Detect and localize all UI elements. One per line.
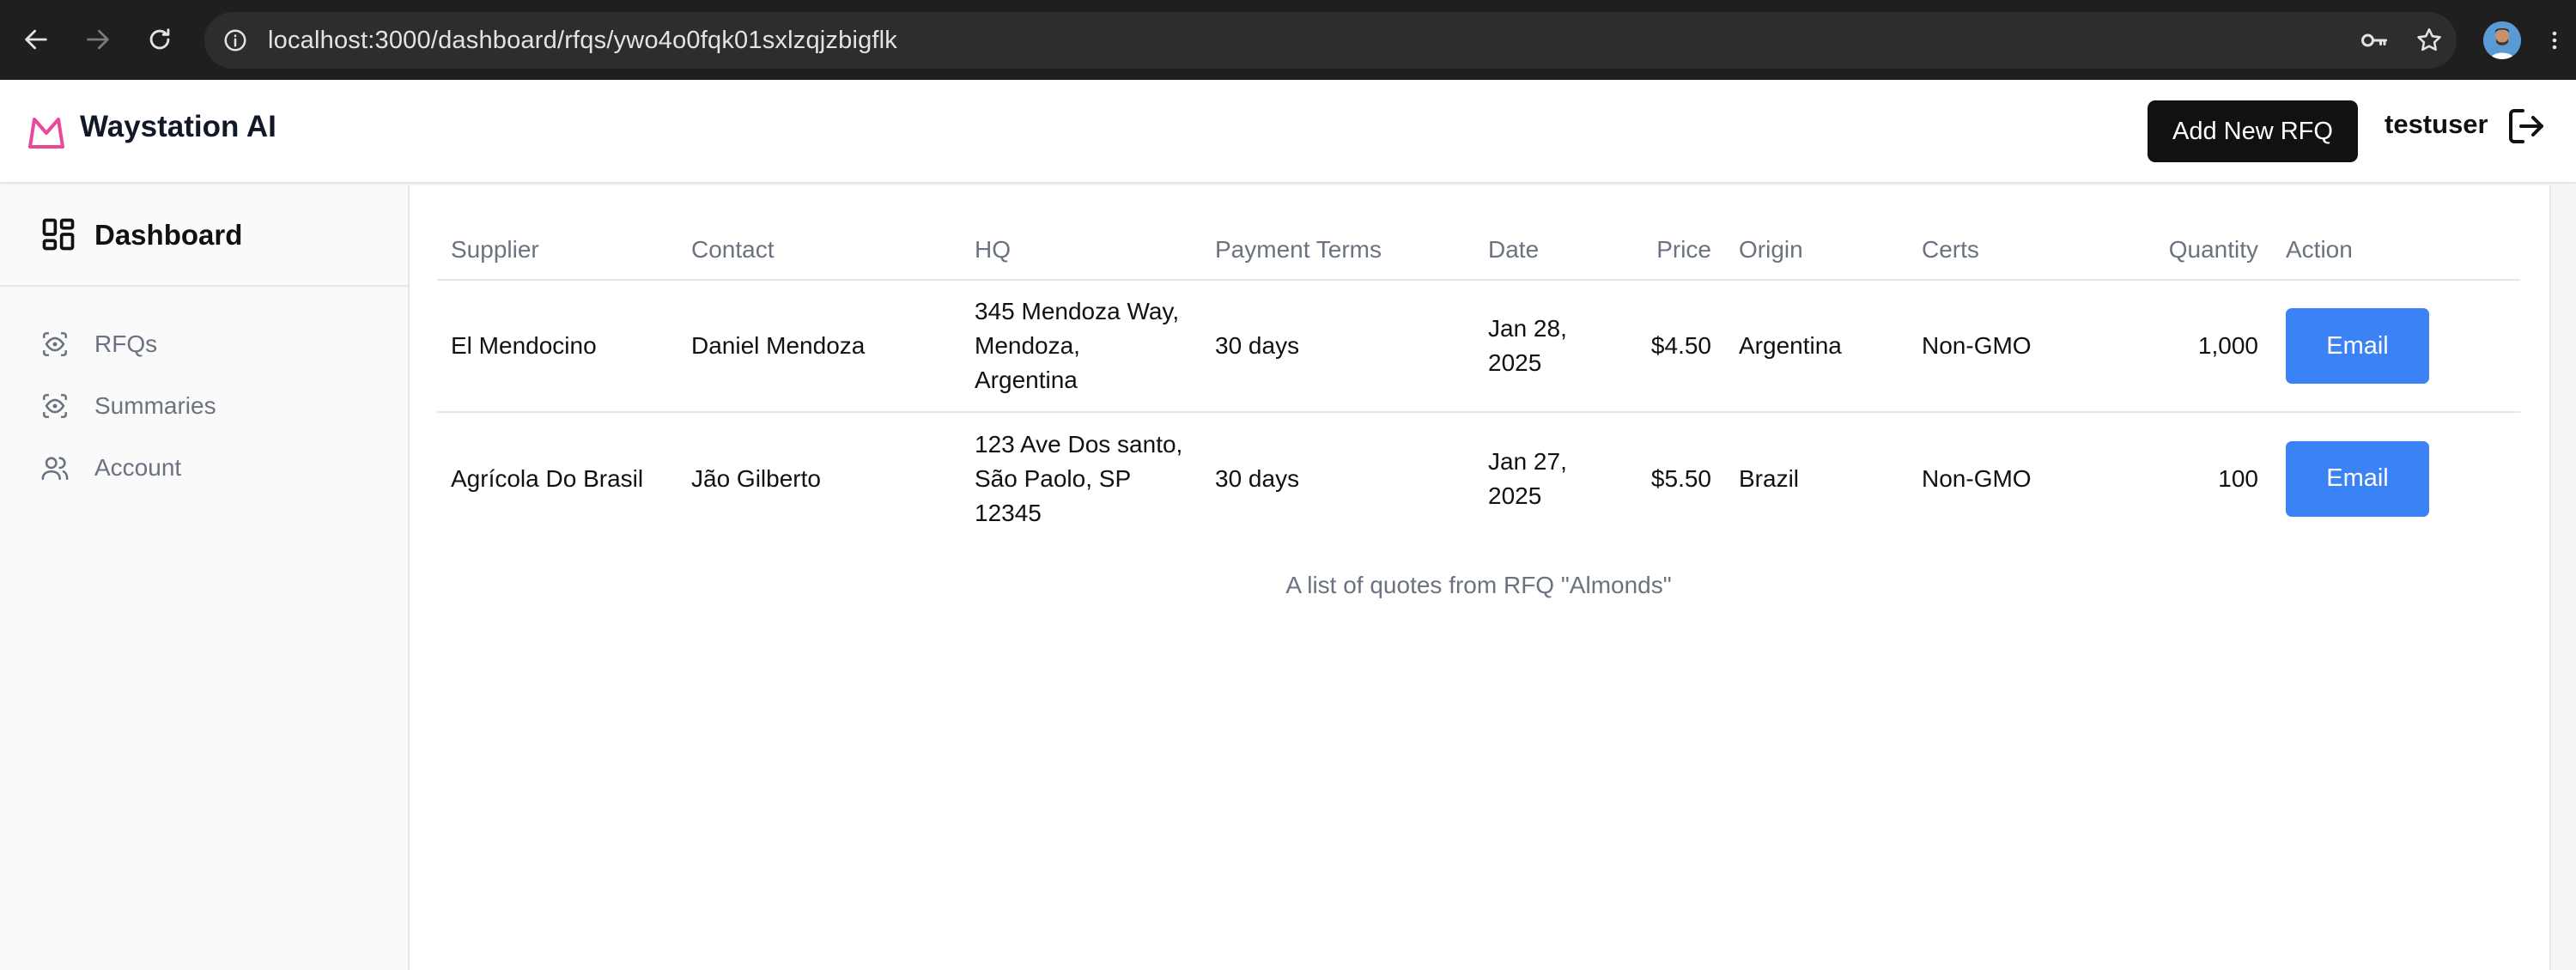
supplier-cell: Agrícola Do Brasil [451,464,644,492]
hq-cell: 345 Mendoza Way, Mendoza, Argentina [961,280,1201,413]
column-header[interactable]: HQ [961,220,1201,281]
email-button[interactable]: Email [2286,308,2429,384]
site-info-icon[interactable] [218,23,252,58]
scrollbar-track[interactable] [2549,185,2576,970]
back-icon[interactable] [15,19,57,60]
main-content: Supplier Contact HQ Payment Terms Date P… [411,185,2549,970]
payment-terms-cell: 30 days [1215,464,1300,492]
action-cell: Email [2272,280,2520,413]
reload-icon[interactable] [139,19,180,60]
column-header[interactable]: Date [1474,220,1620,281]
price-cell: $5.50 [1650,464,1711,492]
sidebar-item-summaries[interactable]: Summaries [39,385,383,427]
profile-avatar[interactable] [2483,21,2521,59]
url-text[interactable]: localhost:3000/dashboard/rfqs/ywo4o0fqk0… [268,12,897,69]
sidebar-header[interactable]: Dashboard [0,185,408,287]
table-caption: A list of quotes from RFQ "Almonds" [1285,572,1672,598]
hq-cell: 123 Ave Dos santo, São Paolo, SP 12345 [975,430,1183,526]
eye-icon [39,391,70,421]
quantity-cell: 100 [2218,464,2258,492]
sidebar: Dashboard RFQs Summaries Account [0,185,410,970]
contact-cell: Jão Gilberto [691,464,821,492]
table-header-row: Supplier Contact HQ Payment Terms Date P… [437,220,2520,281]
column-header[interactable]: Price [1620,220,1725,281]
table-row: El Mendocino Daniel Mendoza 345 Mendoza … [437,280,2520,413]
sidebar-item-rfqs[interactable]: RFQs [39,323,383,366]
brand-name[interactable]: Waystation AI [80,110,276,144]
users-icon [39,452,70,483]
certs-cell: Non-GMO [1922,464,2032,492]
username: testuser [2385,109,2488,139]
column-header[interactable]: Payment Terms [1201,220,1474,281]
column-header[interactable]: Origin [1725,220,1908,281]
column-header[interactable]: Quantity [2100,220,2272,281]
column-header[interactable]: Supplier [437,220,677,281]
certs-cell: Non-GMO [1908,280,2100,413]
star-icon[interactable] [2411,23,2447,58]
column-header[interactable]: Action [2272,220,2520,281]
supplier-cell: El Mendocino [437,280,677,413]
date-cell: Jan 27, 2025 [1488,447,1567,509]
logout-icon[interactable] [2506,106,2547,147]
app-header: Waystation AI Add New RFQ testuser [0,80,2576,184]
quotes-table: Supplier Contact HQ Payment Terms Date P… [437,220,2520,544]
price-cell: $4.50 [1620,280,1725,413]
logo-icon [26,112,67,154]
column-header[interactable]: Contact [677,220,961,281]
dashboard-grid-icon [39,215,77,253]
payment-terms-cell: 30 days [1201,280,1474,413]
sidebar-item-label: Summaries [94,392,216,419]
sidebar-item-label: Account [94,454,182,481]
eye-icon [39,329,70,360]
sidebar-item-account[interactable]: Account [39,446,383,489]
sidebar-title: Dashboard [94,219,243,251]
browser-toolbar: localhost:3000/dashboard/rfqs/ywo4o0fqk0… [0,0,2576,80]
sidebar-item-label: RFQs [94,330,158,357]
add-new-rfq-button[interactable]: Add New RFQ [2148,100,2358,162]
column-header[interactable]: Certs [1908,220,2100,281]
menu-kebab-icon[interactable] [2542,21,2567,60]
contact-cell: Daniel Mendoza [677,280,961,413]
date-cell: Jan 28, 2025 [1474,280,1620,413]
key-icon[interactable] [2356,23,2392,58]
email-button[interactable]: Email [2286,440,2429,517]
action-cell: Email [2272,412,2520,544]
origin-cell: Argentina [1725,280,1908,413]
forward-icon[interactable] [77,19,118,60]
quantity-cell: 1,000 [2100,280,2272,413]
table-row: Agrícola Do Brasil Jão Gilberto 123 Ave … [437,412,2520,544]
origin-cell: Brazil [1739,464,1800,492]
address-bar[interactable]: localhost:3000/dashboard/rfqs/ywo4o0fqk0… [204,12,2457,69]
